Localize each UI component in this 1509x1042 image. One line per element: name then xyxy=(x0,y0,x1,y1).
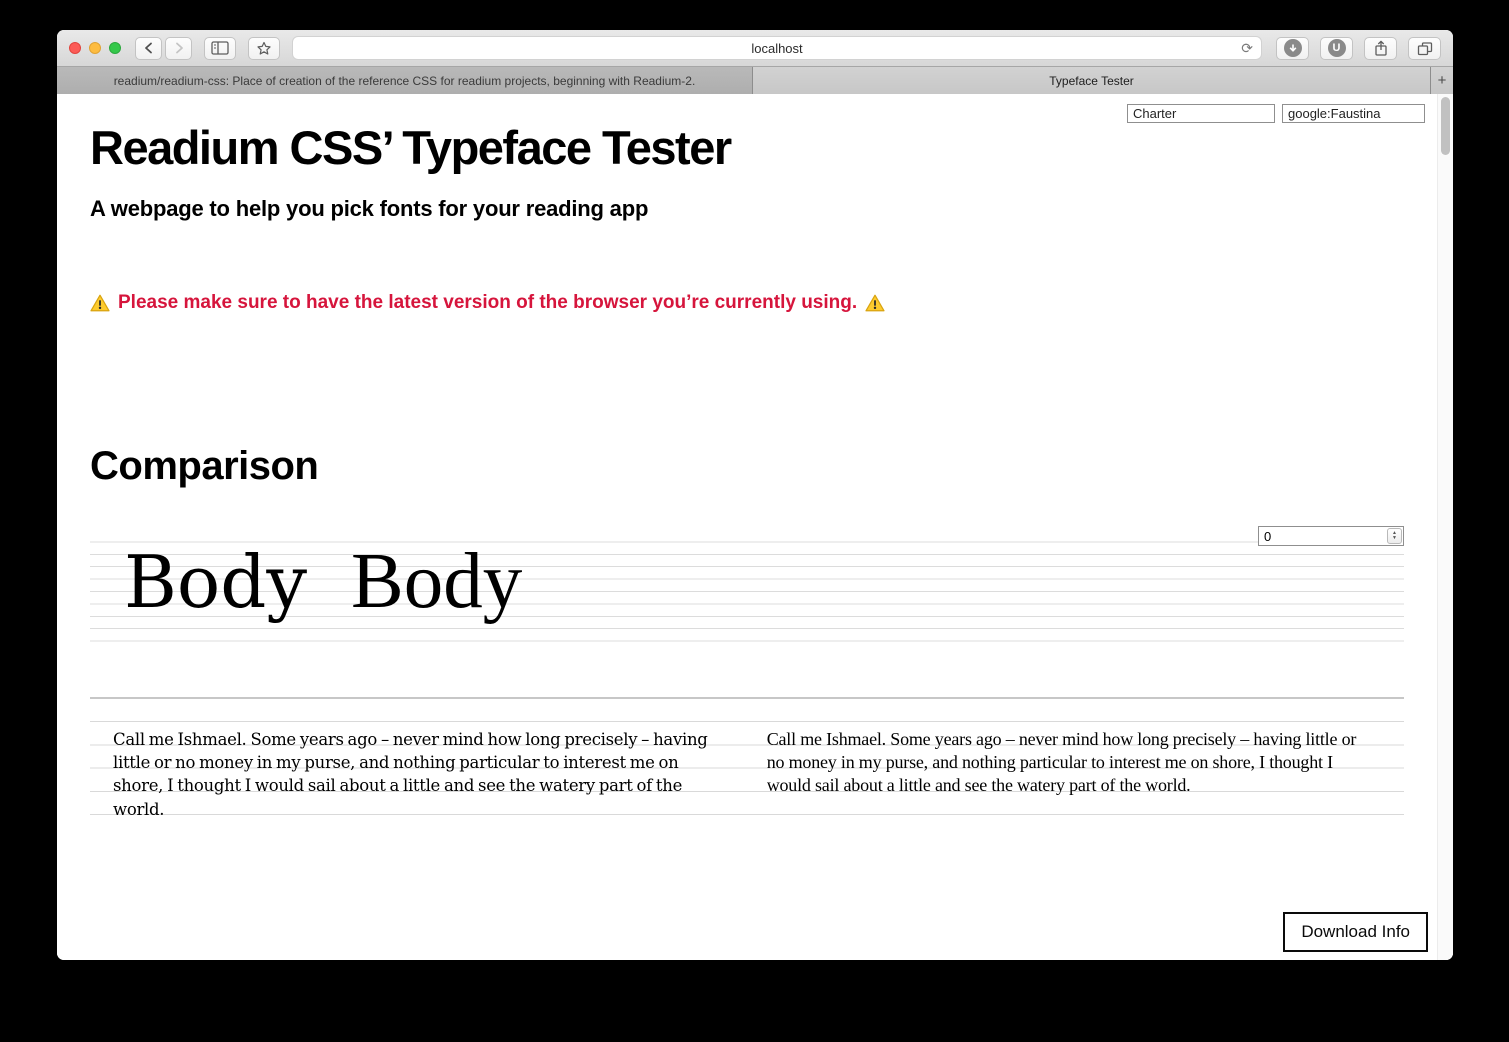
browser-warning: Please make sure to have the latest vers… xyxy=(90,292,885,314)
specimen-row: Body Body ▲ ▼ xyxy=(90,526,1404,644)
offset-number-field: ▲ ▼ xyxy=(1258,526,1404,546)
sidebar-button[interactable] xyxy=(204,36,236,60)
scrollbar-thumb[interactable] xyxy=(1441,97,1450,155)
browser-toolbar: localhost ⟳ U xyxy=(57,30,1453,67)
window-controls xyxy=(69,42,121,54)
font-input-left[interactable] xyxy=(1127,104,1275,123)
tab-typeface-tester[interactable]: Typeface Tester xyxy=(753,67,1431,94)
forward-button[interactable] xyxy=(165,36,192,60)
tabs-icon xyxy=(1417,41,1432,55)
address-bar-url: localhost xyxy=(751,40,803,56)
new-tab-button[interactable]: + xyxy=(1431,67,1453,94)
page-content: Readium CSS’ Typeface Tester A webpage t… xyxy=(57,94,1453,960)
extension-button[interactable]: U xyxy=(1320,36,1353,60)
comparison-section: Body Body ▲ ▼ Call me Ishmael. Some years… xyxy=(90,526,1404,822)
paragraph-faustina: Call me Ishmael. Some years ago – never … xyxy=(766,729,1357,796)
browser-window: localhost ⟳ U readium/readium-css: Place… xyxy=(57,30,1453,960)
zoom-window-button[interactable] xyxy=(109,42,121,54)
paragraph-row: Call me Ishmael. Some years ago – never … xyxy=(90,697,1404,822)
offset-input[interactable] xyxy=(1259,527,1403,545)
back-icon xyxy=(144,42,152,54)
specimen-words: Body Body xyxy=(90,530,522,644)
page-title: Readium CSS’ Typeface Tester xyxy=(90,121,732,174)
warning-icon xyxy=(865,294,885,312)
close-window-button[interactable] xyxy=(69,42,81,54)
warning-icon xyxy=(90,294,110,312)
page-subtitle: A webpage to help you pick fonts for you… xyxy=(90,196,649,221)
font-input-right[interactable] xyxy=(1282,104,1425,123)
tab-bar: readium/readium-css: Place of creation o… xyxy=(57,67,1453,94)
paragraph-charter: Call me Ishmael. Some years ago – never … xyxy=(113,730,708,819)
tab-readium-css[interactable]: readium/readium-css: Place of creation o… xyxy=(57,67,753,94)
extension-badge-icon: U xyxy=(1327,39,1346,57)
font-name-inputs xyxy=(1127,104,1425,123)
partial-next-heading: Details xyxy=(90,955,490,960)
specimen-faustina: Body xyxy=(351,538,523,625)
number-stepper[interactable]: ▲ ▼ xyxy=(1387,528,1402,544)
specimen-charter: Body xyxy=(124,540,308,624)
download-info-button[interactable]: Download Info xyxy=(1283,912,1428,952)
screenshot-root: localhost ⟳ U readium/readium-css: Place… xyxy=(0,0,1509,1042)
stepper-down-icon[interactable]: ▼ xyxy=(1392,536,1397,541)
tab-overview-button[interactable] xyxy=(1408,36,1441,60)
warning-text: Please make sure to have the latest vers… xyxy=(118,292,858,313)
top-sites-button[interactable] xyxy=(248,36,280,60)
share-icon xyxy=(1374,40,1387,56)
forward-icon xyxy=(175,42,183,54)
back-button[interactable] xyxy=(135,36,162,60)
sidebar-icon xyxy=(211,41,229,55)
star-icon xyxy=(257,41,271,55)
downloads-button[interactable] xyxy=(1276,36,1309,60)
minimize-window-button[interactable] xyxy=(89,42,101,54)
download-circle-icon xyxy=(1283,39,1302,57)
reload-icon[interactable]: ⟳ xyxy=(1241,40,1253,57)
comparison-heading: Comparison xyxy=(90,444,319,488)
share-button[interactable] xyxy=(1364,36,1397,60)
address-bar[interactable]: localhost ⟳ xyxy=(292,36,1262,60)
nav-buttons xyxy=(135,36,192,60)
page-scrollbar[interactable] xyxy=(1437,94,1453,960)
toolbar-right-buttons: U xyxy=(1276,36,1441,60)
